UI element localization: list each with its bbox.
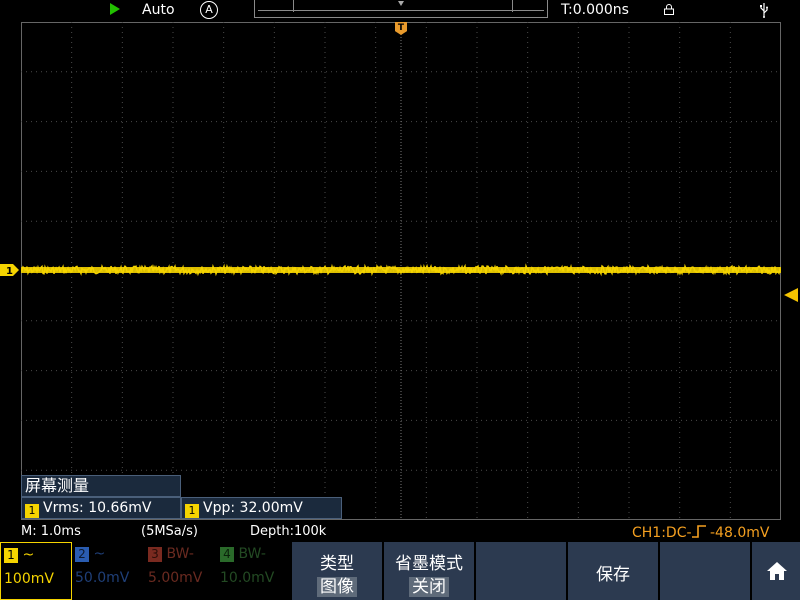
ch1-waveform-band [21,267,781,273]
home-button[interactable] [750,542,800,600]
menu-slot-empty[interactable] [474,542,566,600]
measurement-panel-title: 屏幕测量 [21,475,181,497]
measurement-label: Vrms: [43,500,84,516]
channel-scale: 5.00mV [148,570,203,586]
ch1-ground-marker[interactable]: 1 [0,264,19,276]
channel-coupling: BW- [238,546,266,562]
ch1-marker-label: 1 [6,266,13,276]
usb-icon [760,3,768,18]
measurement-channel-badge: 1 [185,504,199,518]
channel-3-button[interactable]: 3 BW- 5.00mV [145,542,217,600]
lock-icon [664,4,674,15]
measurement-vpp[interactable]: 1 Vpp: 32.00mV [181,497,342,519]
ink-save-mode-button[interactable]: 省墨模式 关闭 [382,542,474,600]
trigger-source-coupling: CH1:DC- [632,525,692,541]
trigger-level-value: -48.0mV [710,525,770,541]
channel-scale: 50.0mV [75,570,130,586]
ink-save-label: 省墨模式 [395,554,463,574]
waveform-grid [21,22,781,520]
run-mode-label[interactable]: Auto [142,0,175,20]
channel-4-button[interactable]: 4 BW- 10.0mV [217,542,290,600]
channel-coupling: ~ [22,547,35,563]
measurement-vrms[interactable]: 1 Vrms: 10.66mV [21,497,181,519]
type-menu-button[interactable]: 类型 图像 [290,542,382,600]
rising-edge-icon [691,525,706,538]
memory-trigger-mark [398,1,404,6]
trigger-level-arrow[interactable] [784,288,798,302]
time-offset-readout: T:0.000ns [561,2,629,18]
memory-depth-readout: Depth:100k [250,524,327,539]
channel-scale: 100mV [4,571,54,587]
save-button[interactable]: 保存 [566,542,658,600]
play-triangle-icon[interactable] [110,3,120,15]
channel-number: 1 [4,548,18,563]
save-label: 保存 [596,565,630,585]
timebase-readout: M: 1.0ms [21,524,81,539]
channel-number: 4 [220,547,234,562]
channel-coupling: BW- [166,546,194,562]
home-icon [767,562,787,580]
measurement-channel-badge: 1 [25,504,39,518]
menu-slot-empty[interactable] [658,542,750,600]
channel-1-button[interactable]: 1 ~ 100mV [0,542,72,600]
channel-scale: 10.0mV [220,570,275,586]
measurement-label: Vpp: [203,500,236,516]
channel-2-button[interactable]: 2 ~ 50.0mV [72,542,145,600]
sample-rate-readout: (5MSa/s) [141,524,199,539]
trigger-status: CH1:DC- -48.0mV [632,524,769,542]
type-label: 类型 [320,554,354,574]
channel-coupling: ~ [93,546,106,562]
type-value: 图像 [317,577,357,597]
measurement-value: 32.00mV [239,500,303,516]
circled-a-icon: A [200,1,218,19]
ink-save-value: 关闭 [409,577,449,597]
measurement-value: 10.66mV [88,500,152,516]
channel-number: 3 [148,547,162,562]
waveform-display[interactable] [21,22,781,520]
channel-number: 2 [75,547,89,562]
